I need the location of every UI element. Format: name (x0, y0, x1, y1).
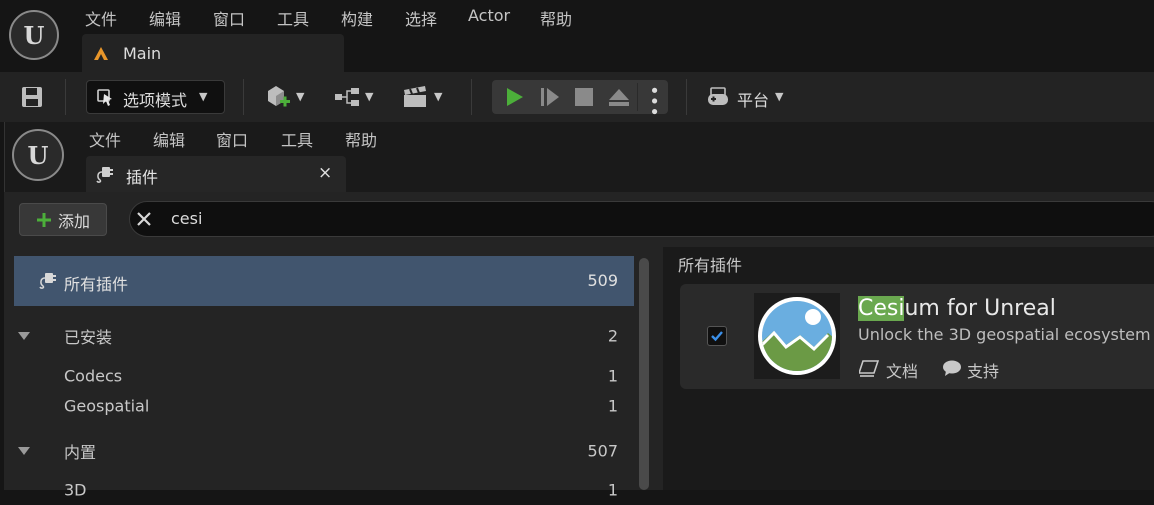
categories-scrollbar[interactable] (639, 258, 649, 490)
plugin-support-link[interactable]: 支持 (942, 356, 1006, 381)
toolbar-divider (65, 79, 66, 115)
collapse-triangle-icon[interactable] (18, 332, 30, 340)
plugin-icon (96, 167, 113, 183)
tab-main-label: Main (123, 44, 162, 63)
chevron-down-icon: ▼ (296, 90, 305, 103)
book-icon (859, 360, 879, 377)
category-all-plugins[interactable]: 所有插件 509 (14, 256, 634, 306)
mode-label: 选项模式 (123, 91, 188, 110)
plugins-menu-window[interactable]: 窗口 (216, 127, 248, 151)
mode-selector[interactable]: 选项模式 ▼ (86, 80, 225, 114)
category-count: 2 (607, 326, 618, 346)
menu-select[interactable]: 选择 (405, 6, 437, 30)
plugins-menu-help[interactable]: 帮助 (345, 127, 377, 151)
add-actor-icon (268, 86, 290, 107)
platforms-button[interactable]: 平台 ▼ (706, 83, 792, 111)
search-match-highlight: Cesi (858, 296, 905, 321)
category-label: Geospatial (64, 396, 150, 416)
plugin-icon (39, 273, 56, 289)
plugin-docs-link[interactable]: 文档 (859, 356, 923, 381)
chevron-down-icon: ▼ (365, 90, 374, 103)
category-label: 所有插件 (64, 275, 129, 294)
docs-label: 文档 (886, 362, 919, 381)
add-plugin-button[interactable]: 添加 (19, 203, 107, 236)
plugins-menu-file[interactable]: 文件 (89, 127, 121, 151)
select-mode-icon (97, 89, 112, 106)
menu-actor[interactable]: Actor (468, 6, 510, 25)
add-label: 添加 (57, 211, 90, 231)
eject-icon[interactable] (607, 86, 631, 108)
blueprint-icon (335, 88, 359, 106)
cinematics-button[interactable]: ▼ (402, 83, 450, 111)
category-label: Codecs (64, 366, 123, 386)
blueprint-button[interactable]: ▼ (333, 83, 381, 111)
category-count: 1 (607, 396, 618, 416)
toolbar-divider (243, 79, 244, 115)
chevron-down-icon: ▼ (434, 90, 443, 103)
menu-build[interactable]: 构建 (341, 6, 373, 30)
collapse-triangle-icon[interactable] (18, 447, 30, 455)
cesium-logo-icon (758, 297, 836, 375)
category-count: 1 (607, 366, 618, 386)
plugins-menu-tools[interactable]: 工具 (281, 127, 313, 151)
save-icon[interactable] (21, 86, 43, 108)
play-icon[interactable] (503, 86, 525, 108)
category-label: 内置 (64, 443, 97, 462)
unreal-logo-icon: U (9, 10, 59, 60)
speech-bubble-icon (943, 360, 961, 376)
tab-plugins-label: 插件 (126, 168, 159, 187)
menu-file[interactable]: 文件 (85, 6, 117, 30)
category-label: 已安装 (64, 328, 113, 347)
checkmark-icon (711, 331, 723, 342)
plugin-description: Unlock the 3D geospatial ecosystem in (858, 325, 1154, 344)
category-count: 1 (607, 480, 618, 500)
category-installed[interactable]: 已安装 2 (14, 321, 634, 351)
menu-tools[interactable]: 工具 (277, 6, 309, 30)
category-count: 509 (587, 271, 618, 290)
plugin-name[interactable]: Cesium for Unreal (858, 296, 1056, 321)
tab-plugins[interactable]: 插件 × (86, 156, 346, 192)
category-codecs[interactable]: Codecs 1 (14, 361, 634, 391)
plus-icon (36, 212, 51, 227)
toolbar-divider (471, 79, 472, 115)
unreal-logo-icon: U (12, 129, 64, 181)
category-geospatial[interactable]: Geospatial 1 (14, 391, 634, 421)
add-actor-button[interactable]: ▼ (264, 83, 312, 111)
play-divider (637, 83, 638, 111)
chevron-down-icon: ▼ (199, 90, 208, 103)
tab-main[interactable]: Main (82, 34, 344, 72)
clapperboard-icon (404, 86, 426, 107)
gamepad-icon (708, 87, 728, 105)
section-title: 所有插件 (678, 256, 743, 275)
plugin-name-rest: um for Unreal (904, 296, 1056, 321)
category-count: 507 (587, 441, 618, 461)
menu-edit[interactable]: 编辑 (149, 6, 181, 30)
plugin-enabled-checkbox[interactable] (707, 326, 727, 346)
plugins-menu-edit[interactable]: 编辑 (153, 127, 185, 151)
category-label: 3D (64, 480, 87, 500)
level-icon (94, 47, 108, 60)
category-3d[interactable]: 3D 1 (14, 475, 634, 505)
play-controls: ••• (492, 80, 668, 117)
stop-icon[interactable] (574, 87, 594, 107)
toolbar-divider (686, 79, 687, 115)
search-value: cesi (171, 209, 203, 228)
menu-window[interactable]: 窗口 (213, 6, 245, 30)
chevron-down-icon: ▼ (775, 90, 784, 103)
step-icon[interactable] (539, 86, 561, 108)
support-label: 支持 (967, 362, 1000, 381)
plugin-logo-frame (754, 293, 840, 379)
clear-search-icon[interactable] (136, 211, 152, 227)
more-options-icon[interactable]: ••• (643, 85, 664, 117)
category-built-in[interactable]: 内置 507 (14, 436, 634, 466)
close-icon[interactable]: × (318, 163, 332, 183)
menu-help[interactable]: 帮助 (540, 6, 572, 30)
platforms-label: 平台 (737, 91, 770, 110)
search-input[interactable]: cesi (129, 201, 1154, 237)
